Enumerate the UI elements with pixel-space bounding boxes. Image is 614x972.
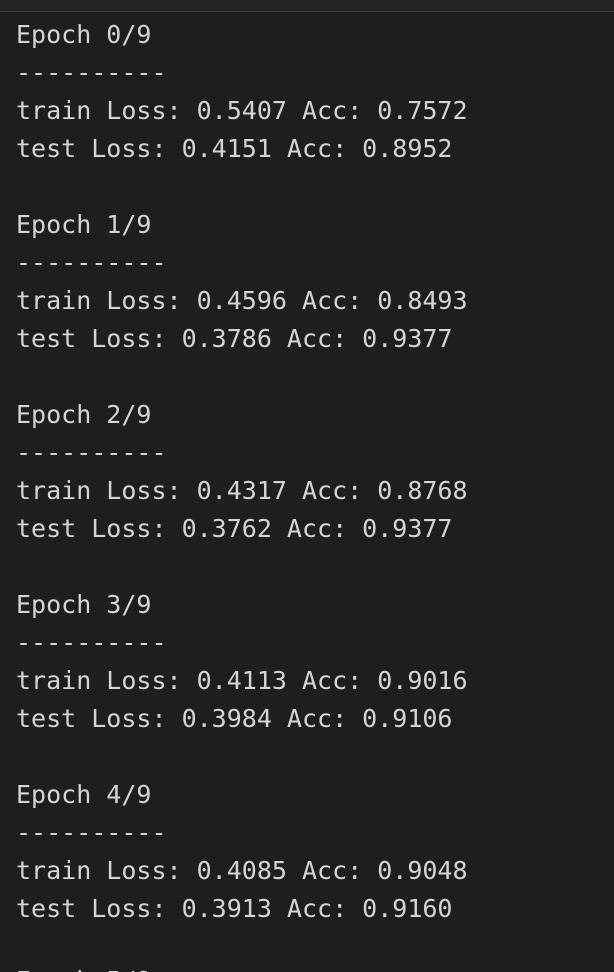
test-metrics: test Loss: 0.3984 Acc: 0.9106 bbox=[16, 704, 453, 733]
epoch-title: Epoch 0/9 bbox=[16, 20, 152, 49]
epoch-separator: ---------- bbox=[16, 628, 167, 657]
train-metrics: train Loss: 0.4596 Acc: 0.8493 bbox=[16, 286, 468, 315]
training-log: Epoch 0/9 ---------- train Loss: 0.5407 … bbox=[16, 16, 606, 928]
epoch-separator: ---------- bbox=[16, 248, 167, 277]
epoch-separator: ---------- bbox=[16, 438, 167, 467]
epoch-title-partial: Epoch 5/9 bbox=[16, 962, 151, 972]
epoch-title: Epoch 4/9 bbox=[16, 780, 152, 809]
epoch-separator: ---------- bbox=[16, 818, 167, 847]
epoch-title: Epoch 1/9 bbox=[16, 210, 152, 239]
test-metrics: test Loss: 0.3913 Acc: 0.9160 bbox=[16, 894, 453, 923]
train-metrics: train Loss: 0.4317 Acc: 0.8768 bbox=[16, 476, 468, 505]
terminal-output-panel[interactable]: Epoch 0/9 ---------- train Loss: 0.5407 … bbox=[0, 0, 614, 972]
train-metrics: train Loss: 0.4113 Acc: 0.9016 bbox=[16, 666, 468, 695]
epoch-separator: ---------- bbox=[16, 58, 167, 87]
epoch-title: Epoch 2/9 bbox=[16, 400, 152, 429]
train-metrics: train Loss: 0.4085 Acc: 0.9048 bbox=[16, 856, 468, 885]
epoch-title: Epoch 3/9 bbox=[16, 590, 152, 619]
train-metrics: train Loss: 0.5407 Acc: 0.7572 bbox=[16, 96, 468, 125]
panel-top-border bbox=[0, 0, 614, 12]
test-metrics: test Loss: 0.4151 Acc: 0.8952 bbox=[16, 134, 453, 163]
test-metrics: test Loss: 0.3786 Acc: 0.9377 bbox=[16, 324, 453, 353]
test-metrics: test Loss: 0.3762 Acc: 0.9377 bbox=[16, 514, 453, 543]
